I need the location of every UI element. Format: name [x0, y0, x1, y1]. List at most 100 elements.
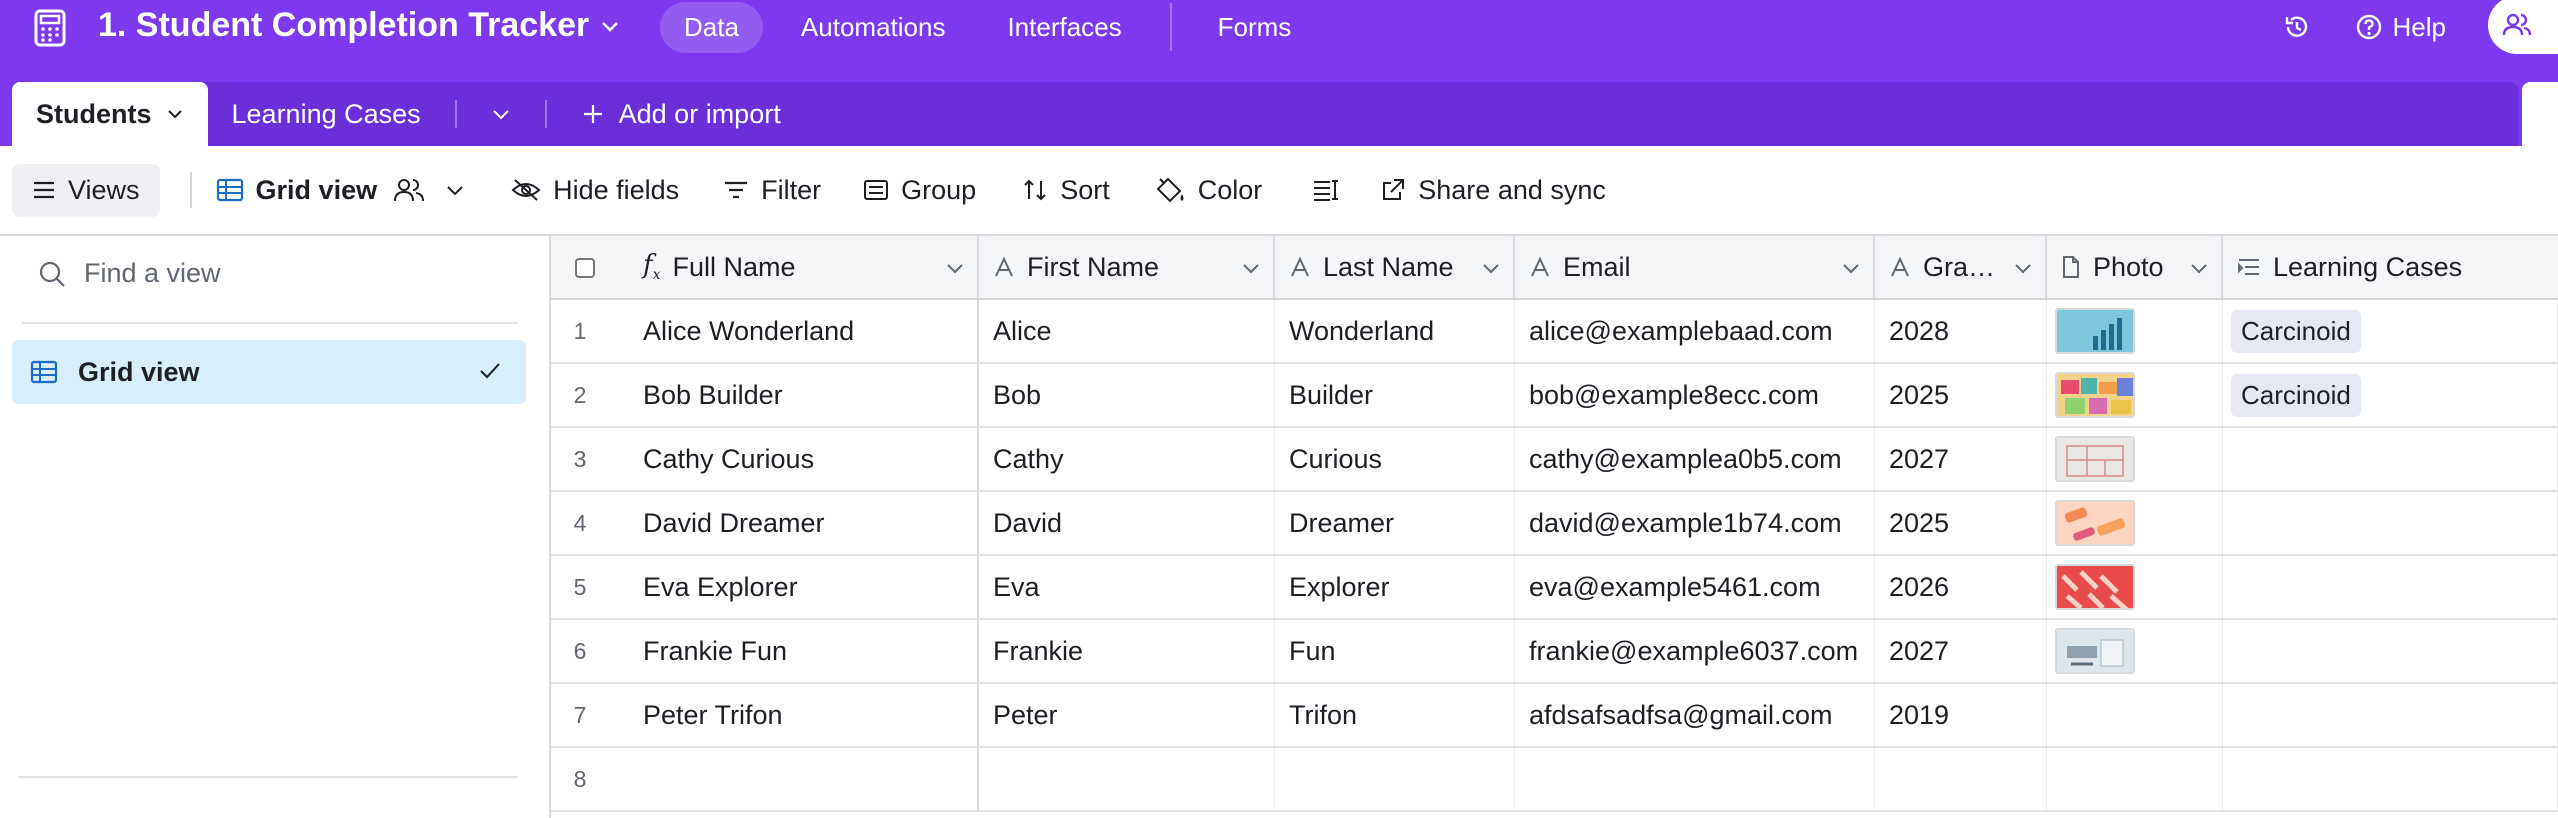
cell-learning-cases[interactable]: [2223, 620, 2558, 682]
chevron-down-icon[interactable]: [1241, 258, 1261, 278]
cell-last-name[interactable]: [1275, 748, 1515, 810]
linked-record-pill[interactable]: Carcinoid: [2231, 373, 2361, 417]
cell-email[interactable]: bob@example8ecc.com: [1515, 364, 1875, 426]
cell-full-name[interactable]: Cathy Curious: [629, 428, 979, 490]
cell-graduation[interactable]: 2027: [1875, 428, 2047, 490]
chevron-down-icon[interactable]: [1481, 258, 1501, 278]
cell-photo[interactable]: [2047, 300, 2223, 362]
hide-fields-button[interactable]: Hide fields: [511, 175, 679, 206]
share-button[interactable]: [2488, 0, 2558, 54]
cell-first-name[interactable]: Alice: [979, 300, 1275, 362]
cell-full-name[interactable]: [629, 748, 979, 810]
table-row[interactable]: 6 Frankie Fun Frankie Fun frankie@example603…: [551, 620, 2558, 684]
help-button[interactable]: Help: [2355, 12, 2446, 43]
column-graduation[interactable]: Gra…: [1875, 236, 2047, 298]
group-button[interactable]: Group: [863, 175, 976, 206]
cell-last-name[interactable]: Dreamer: [1275, 492, 1515, 554]
chevron-down-icon[interactable]: [945, 258, 965, 278]
orange-shapes-thumbnail[interactable]: [2055, 500, 2135, 546]
cell-email[interactable]: cathy@examplea0b5.com: [1515, 428, 1875, 490]
sidebar-view-grid-view[interactable]: Grid view: [12, 340, 526, 404]
cell-first-name[interactable]: Frankie: [979, 620, 1275, 682]
chevron-down-icon[interactable]: [1841, 258, 1861, 278]
nav-data[interactable]: Data: [660, 1, 763, 53]
chevron-down-icon[interactable]: [2013, 258, 2033, 278]
calculator-icon[interactable]: [30, 8, 70, 48]
column-learning-cases[interactable]: Learning Cases: [2223, 236, 2558, 298]
cell-last-name[interactable]: Wonderland: [1275, 300, 1515, 362]
cell-first-name[interactable]: Cathy: [979, 428, 1275, 490]
cell-full-name[interactable]: Peter Trifon: [629, 684, 979, 746]
chevron-down-icon[interactable]: [2189, 258, 2209, 278]
cell-graduation[interactable]: 2028: [1875, 300, 2047, 362]
cell-photo[interactable]: [2047, 364, 2223, 426]
cell-photo[interactable]: [2047, 428, 2223, 490]
linked-record-pill[interactable]: Carcinoid: [2231, 309, 2361, 353]
cell-learning-cases[interactable]: [2223, 684, 2558, 746]
cell-photo[interactable]: [2047, 748, 2223, 810]
cell-last-name[interactable]: Curious: [1275, 428, 1515, 490]
all-tables-dropdown[interactable]: [467, 82, 535, 146]
cell-graduation[interactable]: 2025: [1875, 492, 2047, 554]
grid-view-switcher[interactable]: Grid view: [216, 175, 466, 206]
select-all-checkbox[interactable]: [575, 258, 595, 278]
red-pattern-thumbnail[interactable]: [2055, 564, 2135, 610]
base-title[interactable]: 1. Student Completion Tracker: [98, 6, 621, 45]
cell-full-name[interactable]: Frankie Fun: [629, 620, 979, 682]
history-icon[interactable]: [2283, 13, 2311, 41]
views-button[interactable]: Views: [12, 163, 160, 217]
cell-graduation[interactable]: [1875, 748, 2047, 810]
cell-learning-cases[interactable]: Carcinoid: [2223, 364, 2558, 426]
column-first-name[interactable]: First Name: [979, 236, 1275, 298]
cell-last-name[interactable]: Builder: [1275, 364, 1515, 426]
find-view-search[interactable]: Find a view: [38, 258, 221, 289]
cell-learning-cases[interactable]: Carcinoid: [2223, 300, 2558, 362]
tab-students[interactable]: Students: [12, 82, 208, 146]
chevron-down-icon[interactable]: [166, 105, 184, 123]
cell-graduation[interactable]: 2027: [1875, 620, 2047, 682]
cell-photo[interactable]: [2047, 556, 2223, 618]
tab-learning-cases[interactable]: Learning Cases: [208, 82, 445, 146]
cell-email[interactable]: alice@examplebaad.com: [1515, 300, 1875, 362]
cell-first-name[interactable]: David: [979, 492, 1275, 554]
cell-learning-cases[interactable]: [2223, 428, 2558, 490]
cell-first-name[interactable]: [979, 748, 1275, 810]
cell-full-name[interactable]: David Dreamer: [629, 492, 979, 554]
cell-learning-cases[interactable]: [2223, 748, 2558, 810]
cell-last-name[interactable]: Trifon: [1275, 684, 1515, 746]
column-photo[interactable]: Photo: [2047, 236, 2223, 298]
cell-first-name[interactable]: Eva: [979, 556, 1275, 618]
cell-graduation[interactable]: 2025: [1875, 364, 2047, 426]
cell-first-name[interactable]: Bob: [979, 364, 1275, 426]
table-row[interactable]: 7 Peter Trifon Peter Trifon afdsafsadfsa@gma…: [551, 684, 2558, 748]
table-row[interactable]: 8: [551, 748, 2558, 812]
column-email[interactable]: Email: [1515, 236, 1875, 298]
cell-graduation[interactable]: 2026: [1875, 556, 2047, 618]
column-full-name[interactable]: fx Full Name: [629, 236, 979, 298]
blocks-thumbnail[interactable]: [2055, 372, 2135, 418]
cell-photo[interactable]: [2047, 492, 2223, 554]
color-button[interactable]: Color: [1156, 175, 1262, 206]
row-height-button[interactable]: [1312, 178, 1340, 202]
cell-graduation[interactable]: 2019: [1875, 684, 2047, 746]
cell-learning-cases[interactable]: [2223, 492, 2558, 554]
add-or-import-button[interactable]: Add or import: [557, 82, 805, 146]
cell-full-name[interactable]: Bob Builder: [629, 364, 979, 426]
cell-email[interactable]: frankie@example6037.com: [1515, 620, 1875, 682]
cell-learning-cases[interactable]: [2223, 556, 2558, 618]
cell-last-name[interactable]: Fun: [1275, 620, 1515, 682]
cell-email[interactable]: afdsafsadfsa@gmail.com: [1515, 684, 1875, 746]
tools-thumbnail[interactable]: [2055, 628, 2135, 674]
chart-thumbnail[interactable]: [2055, 308, 2135, 354]
cell-first-name[interactable]: Peter: [979, 684, 1275, 746]
cell-full-name[interactable]: Eva Explorer: [629, 556, 979, 618]
table-row[interactable]: 1 Alice Wonderland Alice Wonderland alice@ex…: [551, 300, 2558, 364]
nav-forms[interactable]: Forms: [1194, 2, 1316, 53]
cell-email[interactable]: [1515, 748, 1875, 810]
plan-thumbnail[interactable]: [2055, 436, 2135, 482]
nav-automations[interactable]: Automations: [777, 2, 970, 53]
cell-last-name[interactable]: Explorer: [1275, 556, 1515, 618]
table-row[interactable]: 2 Bob Builder Bob Builder bob@example8ecc.co…: [551, 364, 2558, 428]
cell-photo[interactable]: [2047, 684, 2223, 746]
share-and-sync-button[interactable]: Share and sync: [1380, 175, 1606, 206]
